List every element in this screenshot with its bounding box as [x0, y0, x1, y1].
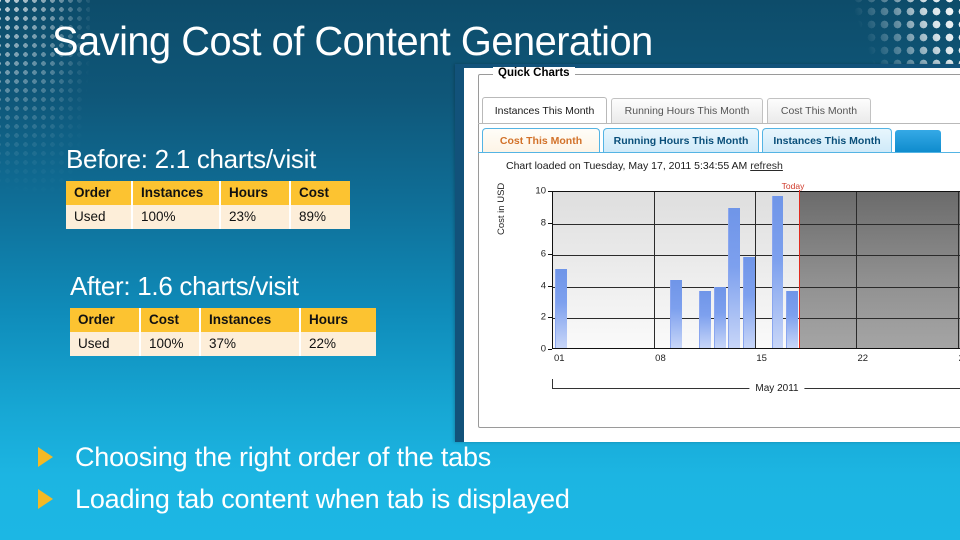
table-cell: 37% — [200, 332, 301, 356]
outer-tab-1[interactable]: Running Hours This Month — [611, 98, 763, 123]
inner-tab-underline — [478, 152, 960, 153]
app-screenshot: Quick Charts Instances This Month Running… — [455, 64, 960, 442]
outer-tab-label: Cost This Month — [780, 105, 858, 117]
chart-plot-area — [552, 190, 960, 349]
y-axis-tick-mark — [548, 349, 552, 350]
chart-bar — [699, 291, 712, 348]
x-axis-label: May 2011 — [749, 383, 805, 394]
groupbox-title: Quick Charts — [493, 67, 575, 79]
outer-tab-label: Instances This Month — [494, 104, 595, 117]
gridline-vertical — [856, 192, 858, 348]
table-header-row: Order Instances Hours Cost — [66, 181, 350, 205]
y-axis-tick-label: 6 — [540, 248, 546, 260]
y-axis-tick-label: 2 — [540, 311, 546, 323]
table-cell: 100% — [140, 332, 201, 356]
x-axis-tick-label: 15 — [756, 353, 767, 364]
x-axis-tick-label: 08 — [655, 353, 666, 364]
today-marker-label: Today — [781, 181, 805, 191]
y-axis-tick-mark — [548, 222, 552, 224]
table-header-row: Order Cost Instances Hours — [70, 308, 376, 332]
column-header: Instances — [132, 181, 221, 205]
triangle-bullet-icon — [38, 489, 53, 509]
inner-tab-label: Running Hours This Month — [613, 134, 749, 147]
future-shaded-region — [798, 192, 960, 348]
slide-root: Saving Cost of Content Generation Before… — [0, 0, 960, 540]
list-item: Choosing the right order of the tabs — [34, 436, 734, 478]
chart-bar — [785, 291, 798, 348]
gridline-horizontal — [553, 318, 960, 320]
table-cell: 23% — [220, 205, 291, 229]
column-header: Order — [70, 308, 141, 332]
inner-tab-label: Instances This Month — [773, 134, 881, 147]
inner-tab-overflow[interactable] — [895, 130, 941, 152]
before-heading: Before: 2.1 charts/visit — [66, 144, 317, 174]
table-cell: 22% — [300, 332, 376, 356]
after-table: Order Cost Instances Hours Used 100% 37%… — [70, 308, 376, 356]
app-left-rail — [455, 64, 464, 442]
chart-bar — [713, 287, 726, 348]
x-axis-bracket: May 2011 — [552, 379, 960, 394]
bullet-list: Choosing the right order of the tabs Loa… — [34, 436, 734, 520]
bullet-text: Loading tab content when tab is displaye… — [75, 484, 570, 514]
chart-bar — [670, 280, 683, 348]
app-content: Quick Charts Instances This Month Running… — [464, 67, 960, 442]
gridline-vertical — [755, 192, 757, 348]
table-row: Used 100% 37% 22% — [70, 332, 376, 356]
column-header: Cost — [290, 181, 350, 205]
y-axis-tick-mark — [548, 285, 552, 287]
y-axis-tick-label: 0 — [540, 343, 546, 355]
after-heading: After: 1.6 charts/visit — [70, 271, 299, 301]
column-header: Hours — [220, 181, 291, 205]
gridline-horizontal — [553, 223, 960, 225]
gridline-horizontal — [553, 255, 960, 257]
table-cell: 100% — [132, 205, 221, 229]
y-axis-tick-mark — [548, 191, 552, 192]
y-axis-tick-label: 10 — [535, 185, 546, 197]
chart-bar — [771, 196, 784, 348]
chart-loaded-status: Chart loaded on Tuesday, May 17, 2011 5:… — [506, 160, 783, 172]
inner-tab-0[interactable]: Cost This Month — [482, 128, 600, 152]
column-header: Hours — [300, 308, 376, 332]
y-axis-tick-mark — [548, 254, 552, 256]
column-header: Cost — [140, 308, 201, 332]
table-cell: Used — [66, 205, 133, 229]
y-axis-tick-label: 4 — [540, 280, 546, 292]
inner-tab-1[interactable]: Running Hours This Month — [603, 128, 759, 152]
y-axis-label: Cost in USD — [496, 182, 507, 235]
outer-tab-2[interactable]: Cost This Month — [767, 98, 871, 123]
chart-bar — [742, 257, 755, 348]
before-table: Order Instances Hours Cost Used 100% 23%… — [66, 181, 350, 229]
outer-tab-strip: Instances This Month Running Hours This M… — [478, 97, 960, 124]
outer-tab-0[interactable]: Instances This Month — [482, 97, 607, 123]
table-cell: 89% — [290, 205, 350, 229]
gridline-vertical — [654, 192, 656, 348]
list-item: Loading tab content when tab is displaye… — [34, 478, 734, 520]
x-axis-tick-label: 01 — [554, 353, 565, 364]
gridline-horizontal — [553, 286, 960, 288]
today-marker-line — [798, 190, 801, 348]
page-title: Saving Cost of Content Generation — [52, 18, 653, 64]
inner-tab-2[interactable]: Instances This Month — [762, 128, 892, 152]
column-header: Order — [66, 181, 133, 205]
inner-tab-label: Cost This Month — [499, 134, 583, 147]
chart-bar — [554, 269, 567, 348]
y-axis-tick-label: 8 — [540, 217, 546, 229]
inner-tab-strip: Cost This Month Running Hours This Month I… — [478, 128, 960, 152]
triangle-bullet-icon — [38, 447, 53, 467]
chart-bar — [728, 208, 741, 348]
table-cell: Used — [70, 332, 141, 356]
table-row: Used 100% 23% 89% — [66, 205, 350, 229]
cost-bar-chart: Cost in USD May 2011 Today 0 2 4 6 8 10 01 08 15 2… — [490, 181, 960, 403]
gridline-vertical — [957, 192, 959, 348]
refresh-link[interactable]: refresh — [750, 160, 783, 172]
outer-tab-label: Running Hours This Month — [624, 105, 750, 117]
chart-loaded-text: Chart loaded on Tuesday, May 17, 2011 5:… — [506, 160, 748, 172]
x-axis-tick-label: 22 — [857, 353, 869, 364]
bullet-text: Choosing the right order of the tabs — [75, 442, 492, 472]
y-axis-tick-mark — [548, 317, 552, 319]
column-header: Instances — [200, 308, 301, 332]
